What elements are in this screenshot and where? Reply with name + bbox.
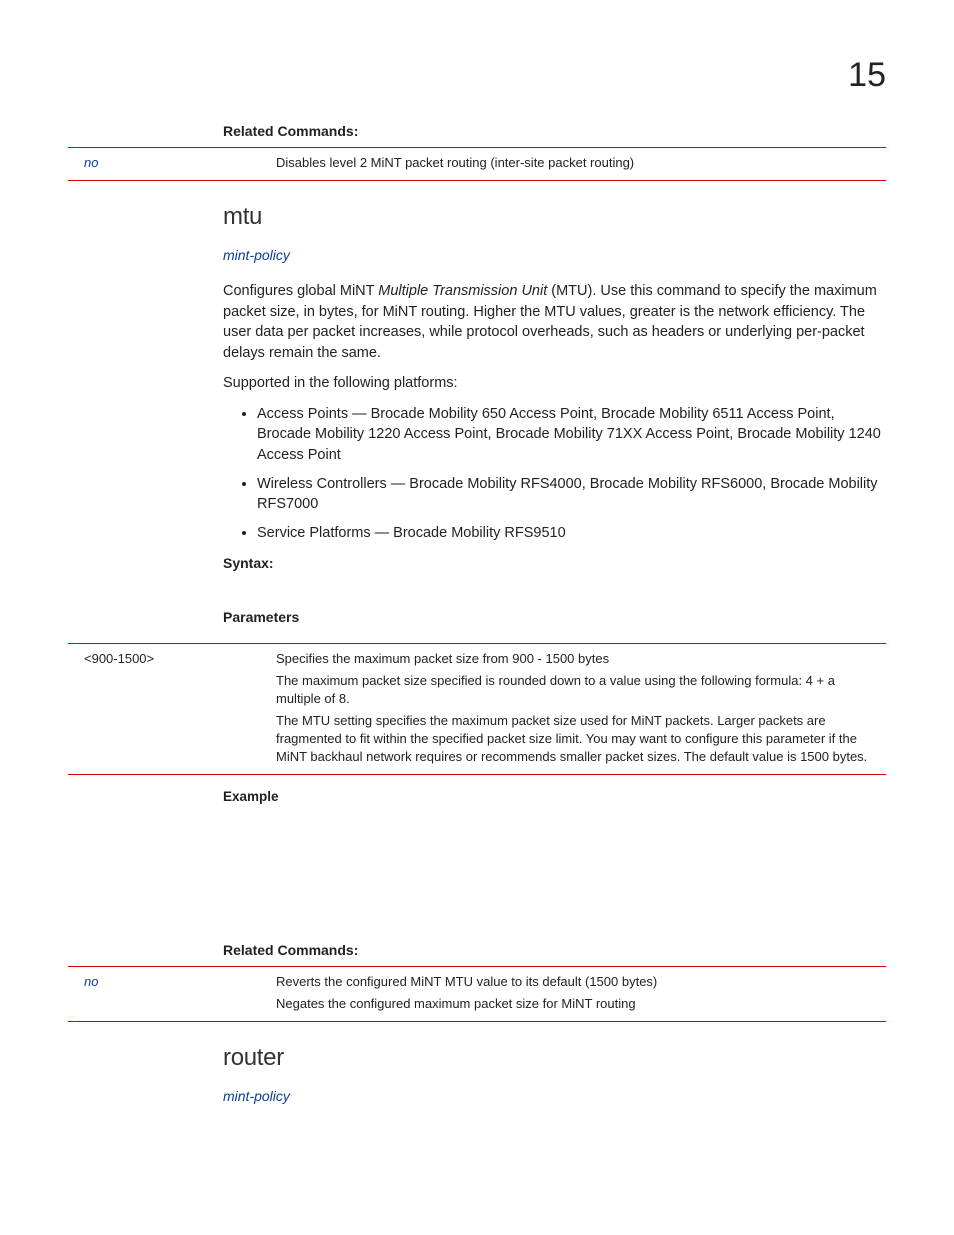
parameters-heading: Parameters [223,609,886,625]
parameters-table: <900-1500> Specifies the maximum packet … [68,644,886,774]
main-content: Related Commands: [223,123,886,139]
mtu-intro-pre: Configures global MiNT [223,283,378,299]
param-table-bottom-rule [68,774,886,775]
param-key: <900-1500> [68,644,268,774]
related-commands-heading-2: Related Commands: [223,942,886,958]
mtu-heading: mtu [223,203,886,231]
command-desc-1: Disables level 2 MiNT packet routing (in… [268,148,886,180]
table-bottom-rule-2 [68,1021,886,1022]
param-desc-line: The maximum packet size specified is rou… [276,672,878,708]
supported-line: Supported in the following platforms: [223,373,886,394]
page: 15 Related Commands: no Disables level 2… [0,0,954,1154]
table-row: no Disables level 2 MiNT packet routing … [68,148,886,180]
command-desc-line: Negates the configured maximum packet si… [276,995,878,1013]
command-link-no-1[interactable]: no [68,148,268,180]
related-commands-table-1: no Disables level 2 MiNT packet routing … [68,148,886,180]
related-commands-table-2: no Reverts the configured MiNT MTU value… [68,967,886,1021]
mint-policy-link-1[interactable]: mint-policy [223,247,290,263]
related-commands-heading-1: Related Commands: [223,123,886,139]
platforms-list: Access Points — Brocade Mobility 650 Acc… [257,404,886,543]
command-link-no-2[interactable]: no [68,967,268,1021]
chapter-number: 15 [68,56,886,95]
table-row: no Reverts the configured MiNT MTU value… [68,967,886,1021]
list-item: Wireless Controllers — Brocade Mobility … [257,474,886,515]
mtu-intro-em: Multiple Transmission Unit [378,283,547,299]
mtu-intro: Configures global MiNT Multiple Transmis… [223,281,886,363]
param-desc-line: Specifies the maximum packet size from 9… [276,650,878,668]
table-row: <900-1500> Specifies the maximum packet … [68,644,886,774]
param-desc: Specifies the maximum packet size from 9… [268,644,886,774]
command-desc-2: Reverts the configured MiNT MTU value to… [268,967,886,1021]
param-desc-line: The MTU setting specifies the maximum pa… [276,712,878,766]
list-item: Access Points — Brocade Mobility 650 Acc… [257,404,886,466]
list-item: Service Platforms — Brocade Mobility RFS… [257,523,886,544]
command-desc-line: Reverts the configured MiNT MTU value to… [276,973,878,991]
example-heading: Example [223,789,886,804]
syntax-heading: Syntax: [223,555,886,571]
command-desc-line: Disables level 2 MiNT packet routing (in… [276,154,878,172]
table-bottom-rule-1 [68,180,886,181]
mint-policy-link-2[interactable]: mint-policy [223,1088,290,1104]
router-heading: router [223,1044,886,1072]
